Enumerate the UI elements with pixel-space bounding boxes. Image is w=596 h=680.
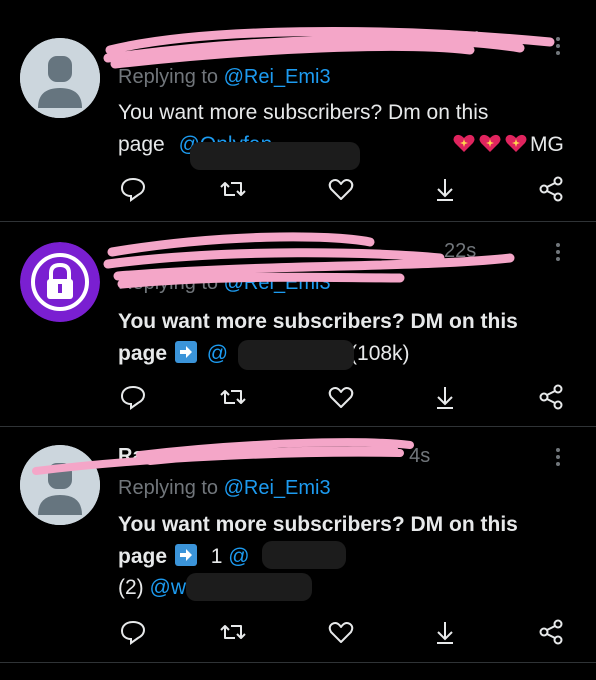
avatar[interactable] xyxy=(20,242,100,322)
replying-to-label: Replying to xyxy=(118,272,219,294)
share-icon[interactable] xyxy=(536,382,566,412)
tweet-text-page: page xyxy=(118,341,168,365)
mention-link[interactable]: @ xyxy=(228,545,249,568)
redaction-mark xyxy=(238,340,354,370)
sparkling-heart-icon xyxy=(504,132,528,154)
tweet-1[interactable]: 34s Replying to @Rei_Emi3 You want more … xyxy=(0,0,596,220)
like-icon[interactable] xyxy=(326,382,356,412)
reply-icon[interactable] xyxy=(118,174,148,204)
divider xyxy=(0,662,596,663)
tweet-text-line1: You want more subscribers? DM on this xyxy=(118,310,518,333)
tweet-text-line1: You want more subscribers? DM on this xyxy=(118,513,518,536)
right-arrow-icon xyxy=(174,340,197,363)
tweet-actions xyxy=(118,617,568,647)
redaction-mark xyxy=(186,573,312,601)
mention-link[interactable]: @ xyxy=(207,342,228,365)
right-arrow-icon xyxy=(174,543,197,566)
share-icon[interactable] xyxy=(536,174,566,204)
download-icon[interactable] xyxy=(430,382,460,412)
tweet-time: 4s xyxy=(409,445,431,467)
tweet-2[interactable]: 22s Replying to @Rei_Emi3 You want more … xyxy=(0,222,596,426)
retweet-icon[interactable] xyxy=(218,174,248,204)
retweet-icon[interactable] xyxy=(218,382,248,412)
download-icon[interactable] xyxy=(430,174,460,204)
lock-icon xyxy=(20,242,100,322)
reply-icon[interactable] xyxy=(118,382,148,412)
tweet-time: 34s xyxy=(458,28,491,50)
sparkling-heart-icon xyxy=(478,132,502,154)
tweet-text-line3: (2) @w xyxy=(118,572,518,604)
like-icon[interactable] xyxy=(326,174,356,204)
mention-link[interactable]: @w xyxy=(150,576,186,599)
list-number: 1 xyxy=(210,544,223,568)
replying-to: Replying to @Rei_Emi3 xyxy=(118,66,331,89)
replying-to-handle[interactable]: @Rei_Emi3 xyxy=(224,66,331,88)
more-icon[interactable] xyxy=(556,240,560,264)
sparkling-heart-icon xyxy=(452,132,476,154)
tweet-header: Ra 4s xyxy=(118,445,430,468)
tweet-time: 22s xyxy=(444,240,477,262)
tweet-header: 34s xyxy=(118,28,490,51)
tweet-text-suffix: MG xyxy=(529,132,564,156)
replying-to-handle[interactable]: @Rei_Emi3 xyxy=(224,477,331,499)
follower-count: (108k) xyxy=(350,341,410,365)
avatar[interactable] xyxy=(20,445,100,525)
replying-to-label: Replying to xyxy=(118,477,219,499)
replying-to-label: Replying to xyxy=(118,66,219,88)
replying-to: Replying to @Rei_Emi3 xyxy=(118,477,331,500)
tweet-author-name[interactable]: Ra xyxy=(118,445,144,467)
redaction-mark xyxy=(190,142,360,170)
replying-to-handle[interactable]: @Rei_Emi3 xyxy=(224,272,331,294)
tweet-header: 22s xyxy=(118,240,476,263)
tweet-text-page: page xyxy=(118,132,165,156)
tweet-3[interactable]: Ra 4s Replying to @Rei_Emi3 You want mor… xyxy=(0,427,596,680)
avatar[interactable] xyxy=(20,38,100,118)
share-icon[interactable] xyxy=(536,617,566,647)
tweet-actions xyxy=(118,382,568,412)
tweet-actions xyxy=(118,174,568,204)
retweet-icon[interactable] xyxy=(218,617,248,647)
download-icon[interactable] xyxy=(430,617,460,647)
like-icon[interactable] xyxy=(326,617,356,647)
reply-icon[interactable] xyxy=(118,617,148,647)
tweet-text-line1: You want more subscribers? Dm on this xyxy=(118,101,489,124)
default-avatar-icon xyxy=(20,38,100,118)
list-number: (2) xyxy=(118,576,144,599)
more-icon[interactable] xyxy=(556,34,560,58)
more-icon[interactable] xyxy=(556,445,560,469)
replying-to: Replying to @Rei_Emi3 xyxy=(118,272,331,295)
default-avatar-icon xyxy=(20,445,100,525)
redaction-mark xyxy=(262,541,346,569)
tweet-text-page: page xyxy=(118,544,168,568)
